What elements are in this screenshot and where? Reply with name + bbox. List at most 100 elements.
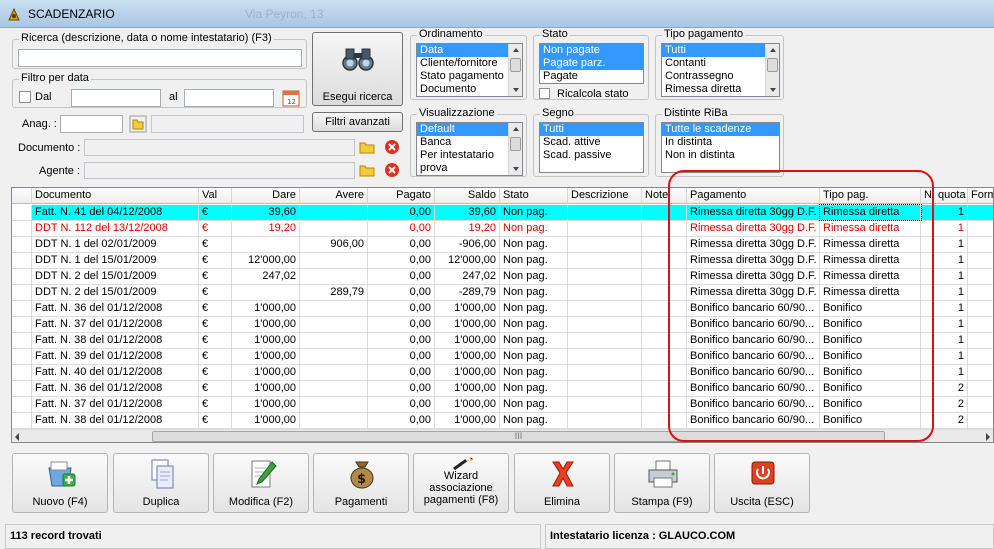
- table-cell[interactable]: 1: [921, 301, 968, 316]
- table-cell[interactable]: [968, 205, 993, 220]
- table-cell[interactable]: [642, 349, 687, 364]
- search-input[interactable]: [18, 49, 302, 67]
- agente-folder-icon[interactable]: [359, 162, 375, 178]
- stato-list[interactable]: Non pagate Pagate parz. Pagate: [539, 43, 644, 84]
- table-cell[interactable]: Bonifico bancario 60/90...: [687, 397, 820, 412]
- table-cell[interactable]: Bonifico: [820, 317, 921, 332]
- list-item[interactable]: Pagate parz.: [540, 57, 643, 70]
- list-item[interactable]: Scad. passive: [540, 149, 643, 162]
- table-cell[interactable]: Non pag.: [500, 253, 568, 268]
- list-item[interactable]: Tutti: [540, 123, 643, 136]
- table-row[interactable]: Fatt. N. 41 del 04/12/2008 €39,60 0,00 39,6…: [12, 204, 993, 221]
- ordinamento-scrollbar[interactable]: [508, 44, 522, 96]
- table-cell[interactable]: Fatt. N. 37 del 01/12/2008: [32, 397, 199, 412]
- table-cell[interactable]: [642, 269, 687, 284]
- table-cell[interactable]: [300, 221, 368, 236]
- table-cell[interactable]: [642, 221, 687, 236]
- row-header[interactable]: [12, 413, 32, 428]
- table-row[interactable]: DDT N. 2 del 15/01/2009 €289,79 0,00 -289,7…: [12, 285, 993, 301]
- table-cell[interactable]: Rimessa diretta: [820, 269, 921, 284]
- column-header[interactable]: Avere: [300, 188, 368, 204]
- table-cell[interactable]: Non pag.: [500, 205, 568, 220]
- table-cell[interactable]: Rimessa diretta: [820, 237, 921, 252]
- pagamenti-button[interactable]: $ Pagamenti: [313, 453, 409, 513]
- table-cell[interactable]: 289,79: [300, 285, 368, 300]
- table-cell[interactable]: 0,00: [368, 413, 435, 428]
- table-cell[interactable]: [642, 365, 687, 380]
- table-cell[interactable]: Fatt. N. 36 del 01/12/2008: [32, 381, 199, 396]
- table-cell[interactable]: [300, 269, 368, 284]
- table-cell[interactable]: [300, 333, 368, 348]
- table-cell[interactable]: 1: [921, 269, 968, 284]
- column-header[interactable]: Dare: [232, 188, 300, 204]
- table-row[interactable]: Fatt. N. 40 del 01/12/2008 €1'000,00 0,00 1…: [12, 365, 993, 381]
- table-cell[interactable]: [642, 333, 687, 348]
- table-cell[interactable]: 1'000,00: [435, 349, 500, 364]
- table-cell[interactable]: [568, 205, 642, 220]
- table-cell[interactable]: 906,00: [300, 237, 368, 252]
- table-cell[interactable]: Fatt. N. 37 del 01/12/2008: [32, 317, 199, 332]
- table-cell[interactable]: Fatt. N. 40 del 01/12/2008: [32, 365, 199, 380]
- table-cell[interactable]: Non pag.: [500, 413, 568, 428]
- list-item[interactable]: Per intestatario: [417, 149, 508, 162]
- table-cell[interactable]: 1'000,00: [232, 413, 300, 428]
- table-cell[interactable]: 1: [921, 285, 968, 300]
- row-header[interactable]: [12, 317, 32, 332]
- table-cell[interactable]: DDT N. 2 del 15/01/2009: [32, 269, 199, 284]
- table-cell[interactable]: [232, 285, 300, 300]
- table-row[interactable]: DDT N. 1 del 15/01/2009 €12'000,00 0,00 12'…: [12, 253, 993, 269]
- table-cell[interactable]: [968, 301, 993, 316]
- tipo-pagamento-scrollbar[interactable]: [765, 44, 779, 96]
- table-cell[interactable]: €: [199, 253, 232, 268]
- table-cell[interactable]: Rimessa diretta 30gg D.F.: [687, 237, 820, 252]
- column-header[interactable]: Note: [642, 188, 687, 204]
- table-cell[interactable]: 0,00: [368, 301, 435, 316]
- table-cell[interactable]: €: [199, 413, 232, 428]
- table-cell[interactable]: Rimessa diretta: [820, 253, 921, 268]
- table-cell[interactable]: €: [199, 205, 232, 220]
- table-cell[interactable]: Bonifico bancario 60/90...: [687, 317, 820, 332]
- table-cell[interactable]: 12'000,00: [435, 253, 500, 268]
- wizard-button[interactable]: Wizard associazione pagamenti (F8): [413, 453, 509, 513]
- column-header[interactable]: Documento: [32, 188, 199, 204]
- table-cell[interactable]: 1'000,00: [435, 397, 500, 412]
- table-cell[interactable]: 0,00: [368, 221, 435, 236]
- table-cell[interactable]: €: [199, 333, 232, 348]
- table-cell[interactable]: [968, 237, 993, 252]
- table-cell[interactable]: Fatt. N. 38 del 01/12/2008: [32, 333, 199, 348]
- list-item[interactable]: Documento: [417, 83, 508, 96]
- table-cell[interactable]: [568, 269, 642, 284]
- column-header[interactable]: Pagamento: [687, 188, 820, 204]
- table-cell[interactable]: €: [199, 237, 232, 252]
- table-cell[interactable]: €: [199, 397, 232, 412]
- anag-input[interactable]: [60, 115, 123, 133]
- table-cell[interactable]: 0,00: [368, 365, 435, 380]
- date-filter-checkbox[interactable]: [19, 91, 31, 103]
- table-cell[interactable]: [568, 301, 642, 316]
- table-cell[interactable]: [300, 349, 368, 364]
- table-cell[interactable]: [642, 285, 687, 300]
- table-cell[interactable]: [968, 285, 993, 300]
- table-cell[interactable]: [568, 253, 642, 268]
- table-cell[interactable]: Non pag.: [500, 285, 568, 300]
- list-item[interactable]: Default: [417, 123, 508, 136]
- table-cell[interactable]: [968, 269, 993, 284]
- list-item[interactable]: Non pagate: [540, 44, 643, 57]
- documento-folder-icon[interactable]: [359, 139, 375, 155]
- table-cell[interactable]: €: [199, 381, 232, 396]
- table-cell[interactable]: 2: [921, 413, 968, 428]
- table-cell[interactable]: Rimessa diretta 30gg D.F.: [687, 285, 820, 300]
- table-cell[interactable]: €: [199, 301, 232, 316]
- table-cell[interactable]: Fatt. N. 41 del 04/12/2008: [32, 205, 199, 220]
- table-cell[interactable]: Bonifico bancario 60/90...: [687, 301, 820, 316]
- table-cell[interactable]: [642, 397, 687, 412]
- table-cell[interactable]: 2: [921, 381, 968, 396]
- table-cell[interactable]: [968, 349, 993, 364]
- table-cell[interactable]: [642, 253, 687, 268]
- ricalcola-stato-checkbox[interactable]: [539, 88, 550, 99]
- table-cell[interactable]: 39,60: [435, 205, 500, 220]
- row-header[interactable]: [12, 365, 32, 380]
- table-cell[interactable]: [642, 381, 687, 396]
- table-cell[interactable]: Rimessa diretta 30gg D.F.: [687, 253, 820, 268]
- column-header[interactable]: Val: [199, 188, 232, 204]
